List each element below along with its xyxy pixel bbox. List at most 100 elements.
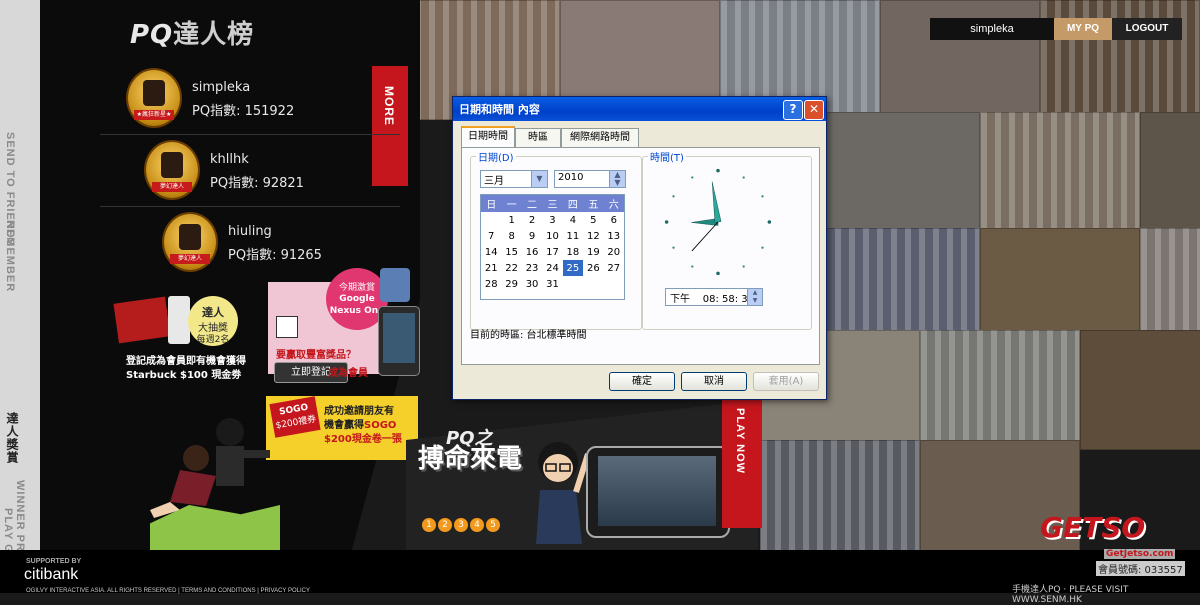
logout-button[interactable]: LOGOUT — [1112, 18, 1182, 40]
weekday-header: 四 — [562, 195, 584, 212]
copyright-links[interactable]: OGILVY INTERACTIVE ASIA. ALL RIGHTS RESE… — [26, 588, 310, 594]
starbuck-promo[interactable]: 達人 大抽獎 每週2名 登記成為會員即有機會獲得 Starbuck $100 現… — [112, 296, 262, 381]
month-value: 三月 — [484, 176, 504, 187]
month-select[interactable]: 三月 ▼ — [480, 170, 548, 188]
player-score: PQ指數: 92821 — [210, 176, 304, 191]
my-pq-button[interactable]: MY PQ — [1054, 18, 1112, 40]
leaderboard-entry[interactable]: ★瘋狂新星★ simpleka PQ指數: 151922 — [128, 70, 378, 140]
footer: SUPPORTED BY citibank OGILVY INTERACTIVE… — [0, 550, 1200, 605]
calendar-day[interactable]: 26 — [583, 260, 603, 276]
robot-mascot-icon — [380, 268, 410, 302]
bubble-line: 達人 — [202, 306, 224, 319]
calendar-day[interactable]: 28 — [481, 276, 501, 292]
prize-label[interactable]: 達人獎賞 — [4, 412, 21, 464]
ok-button[interactable]: 確定 — [609, 372, 675, 391]
level-button[interactable]: 4 — [470, 518, 484, 532]
calendar-day[interactable]: 9 — [522, 228, 542, 244]
calendar-day[interactable]: 7 — [481, 228, 501, 244]
calendar-empty-cell — [604, 276, 624, 292]
clock-tick — [761, 195, 764, 198]
bubble-line: Google — [339, 294, 375, 304]
calendar-day[interactable]: 16 — [522, 244, 542, 260]
tab-time-zone[interactable]: 時區 — [515, 128, 561, 147]
close-button[interactable]: ✕ — [804, 100, 824, 120]
calendar-day[interactable]: 22 — [501, 260, 521, 276]
spin-arrows-icon[interactable]: ▲ ▼ — [609, 171, 625, 187]
promo-question: 要贏取豐富獎品？ — [276, 350, 356, 361]
calendar-day[interactable]: 12 — [583, 228, 603, 244]
tab-internet-time[interactable]: 網際網路時間 — [561, 128, 639, 147]
calendar-day[interactable]: 25 — [562, 260, 584, 276]
calendar-day[interactable]: 3 — [542, 212, 562, 228]
level-button[interactable]: 3 — [454, 518, 468, 532]
promo-text: Starbuck $100 現金劵 — [126, 370, 242, 381]
calendar-day[interactable]: 27 — [604, 260, 624, 276]
leaderboard-entry[interactable]: 夢幻達人 khllhk PQ指數: 92821 — [146, 142, 396, 212]
calendar-day[interactable]: 11 — [563, 228, 583, 244]
rank-badge-icon: 夢幻達人 — [164, 214, 216, 270]
divider — [100, 206, 400, 207]
time-input[interactable]: 下午 08: 58: 37 ▲ ▼ — [665, 288, 763, 306]
dice-icon — [276, 316, 298, 338]
level-button[interactable]: 2 — [438, 518, 452, 532]
time-spin-icon[interactable]: ▲ ▼ — [747, 289, 762, 305]
game-title: 搏命來電 — [418, 444, 523, 474]
calendar-day[interactable]: 29 — [501, 276, 521, 292]
play-now-tab[interactable]: PLAY NOW — [722, 398, 762, 528]
calendar-day[interactable]: 10 — [542, 228, 562, 244]
badge-title: 夢幻達人 — [170, 254, 210, 264]
calendar-day[interactable]: 17 — [542, 244, 562, 260]
clock-tick — [767, 220, 772, 224]
calendar-week: 28 29 30 31 — [481, 276, 624, 292]
level-button[interactable]: 1 — [422, 518, 436, 532]
calendar-day[interactable]: 14 — [481, 244, 501, 260]
supported-by-label: SUPPORTED BY — [26, 558, 82, 565]
sogo-promo[interactable]: SOGO $200禮券 成功邀請朋友有 機會贏得SOGO $200現金卷一張 — [266, 396, 418, 460]
help-button[interactable]: ? — [783, 100, 803, 120]
brand-prefix: PQ — [130, 20, 174, 50]
calendar-day[interactable]: 20 — [604, 244, 624, 260]
calendar-day[interactable]: 6 — [604, 212, 624, 228]
calendar-day[interactable]: 2 — [522, 212, 542, 228]
photo-tile — [820, 112, 980, 232]
calendar-day[interactable]: 18 — [563, 244, 583, 260]
brand-title: PQ達人榜 — [130, 14, 254, 51]
calendar-day[interactable]: 21 — [481, 260, 501, 276]
photo-tile — [1140, 112, 1200, 232]
calendar-day[interactable]: 30 — [522, 276, 542, 292]
calendar-day[interactable]: 13 — [604, 228, 624, 244]
clock-tick — [761, 246, 764, 249]
weekday-header: 二 — [521, 195, 543, 212]
level-button[interactable]: 5 — [486, 518, 500, 532]
calendar-day[interactable]: 24 — [542, 260, 562, 276]
date-time-dialog: 日期和時間 內容 ? ✕ 日期時間 時區 網際網路時間 日期(D) 三月 ▼ 2… — [452, 96, 827, 400]
current-timezone: 目前的時區: 台北標準時間 — [470, 330, 587, 341]
calendar-day[interactable]: 8 — [501, 228, 521, 244]
cancel-button[interactable]: 取消 — [681, 372, 747, 391]
user-bar: simpleka MY PQ LOGOUT — [930, 18, 1188, 40]
sogo-voucher-icon: SOGO $200禮券 — [269, 396, 321, 438]
calendar-empty-cell — [563, 276, 583, 292]
username-display: simpleka — [930, 18, 1054, 40]
calendar-day[interactable]: 19 — [583, 244, 603, 260]
calendar-day[interactable]: 4 — [563, 212, 583, 228]
year-spinner[interactable]: 2010 ▲ ▼ — [554, 170, 626, 188]
date-time-tabpage: 日期(D) 三月 ▼ 2010 ▲ ▼ 日 一 二 三 四 五 六 123 4 … — [461, 147, 820, 365]
calendar-day[interactable]: 23 — [522, 260, 542, 276]
badge-title: 夢幻達人 — [152, 182, 192, 192]
calendar-empty-cell — [481, 212, 501, 228]
nexus-promo[interactable]: 今期激賞 Google Nexus One 要贏取豐富獎品？ 立即登記 成為會員 — [268, 268, 428, 383]
calendar-day[interactable]: 1 — [501, 212, 521, 228]
promo-text: $200現金卷一張 — [324, 434, 402, 445]
calendar-day[interactable]: 5 — [583, 212, 603, 228]
tab-date-time[interactable]: 日期時間 — [461, 126, 515, 149]
calendar-day[interactable]: 15 — [501, 244, 521, 260]
weekday-header: 六 — [603, 195, 624, 212]
chevron-down-icon[interactable]: ▼ — [531, 171, 547, 187]
calendar-day[interactable]: 31 — [542, 276, 562, 292]
analog-clock — [664, 168, 772, 276]
dialog-titlebar[interactable]: 日期和時間 內容 ? ✕ — [453, 97, 826, 121]
photo-tile — [980, 112, 1140, 232]
sponsor-logo[interactable]: citibank — [24, 566, 78, 584]
apply-button[interactable]: 套用(A) — [753, 372, 819, 391]
